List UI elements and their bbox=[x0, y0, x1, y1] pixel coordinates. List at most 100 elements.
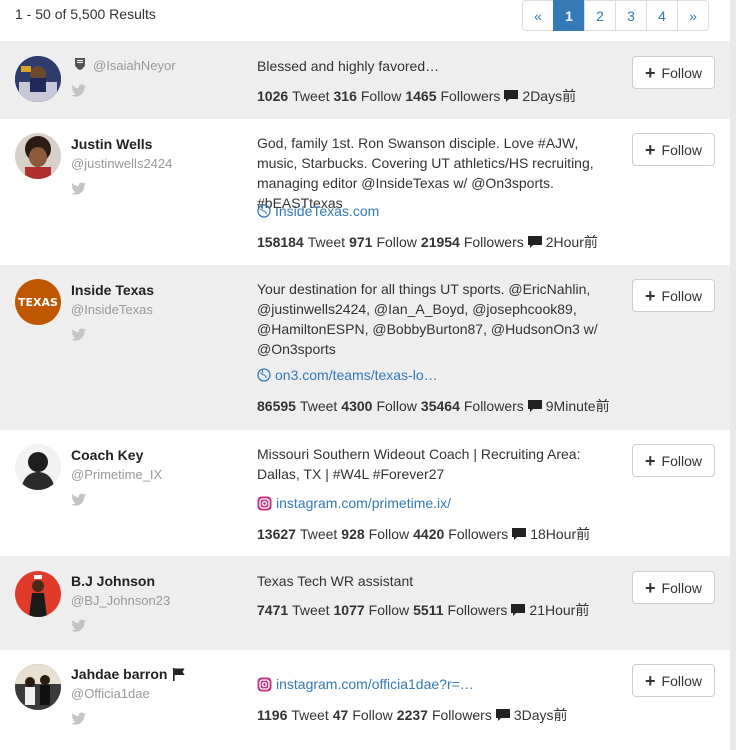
tweet-label: Tweet bbox=[292, 602, 330, 618]
plus-icon: + bbox=[645, 577, 656, 598]
avatar[interactable] bbox=[15, 444, 61, 490]
tweet-label: Tweet bbox=[299, 526, 338, 542]
results-summary: 1 - 50 of 5,500 Results bbox=[15, 6, 156, 22]
follow-button[interactable]: + Follow bbox=[632, 279, 715, 312]
follow-button[interactable]: + Follow bbox=[632, 444, 715, 477]
follow-button-label: Follow bbox=[661, 452, 702, 469]
follow-label: Follow bbox=[368, 526, 410, 542]
pagination-page-3[interactable]: 3 bbox=[615, 0, 647, 31]
followers-count: 2237 bbox=[396, 707, 428, 723]
user-website-text[interactable]: instagram.com/primetime.ix/ bbox=[276, 495, 451, 511]
followers-label: Followers bbox=[463, 398, 524, 414]
follow-button[interactable]: + Follow bbox=[632, 664, 715, 697]
user-website-text[interactable]: instagram.com/officia1dae?r=… bbox=[276, 676, 474, 692]
twitter-bird-icon[interactable] bbox=[71, 328, 87, 342]
tweet-label: Tweet bbox=[292, 88, 330, 104]
pagination-page-1[interactable]: 1 bbox=[553, 0, 585, 31]
user-name[interactable]: Inside Texas bbox=[71, 282, 154, 298]
follow-count: 1077 bbox=[333, 602, 365, 618]
flag-icon bbox=[173, 668, 186, 681]
followers-count: 5511 bbox=[413, 602, 444, 618]
pagination-next[interactable]: » bbox=[677, 0, 709, 31]
follow-button-label: Follow bbox=[661, 141, 702, 158]
pagination-prev[interactable]: « bbox=[522, 0, 554, 31]
twitter-bird-icon[interactable] bbox=[71, 182, 87, 196]
tweet-label: Tweet bbox=[291, 707, 329, 723]
twitter-bird-icon[interactable] bbox=[71, 493, 87, 507]
comment-icon bbox=[527, 236, 542, 248]
user-row: @IsaiahNeyor Blessed and highly favored…… bbox=[0, 41, 730, 119]
page-scrollbar[interactable] bbox=[730, 0, 736, 750]
follow-button[interactable]: + Follow bbox=[632, 571, 715, 604]
user-name[interactable]: B.J Johnson bbox=[71, 573, 155, 589]
plus-icon: + bbox=[645, 285, 656, 306]
avatar[interactable] bbox=[15, 56, 61, 102]
comment-icon bbox=[512, 528, 527, 540]
follow-button-label: Follow bbox=[661, 287, 702, 304]
last-tweet-time: 2Hour前 bbox=[545, 234, 598, 250]
user-website-link[interactable]: on3.com/teams/texas-lo… bbox=[257, 367, 438, 383]
user-name[interactable]: Jahdae barron bbox=[71, 666, 167, 682]
user-stats: 86595 Tweet 4300 Follow 35464 Followers 9Mi… bbox=[257, 396, 610, 416]
user-website-text[interactable]: InsideTexas.com bbox=[275, 203, 379, 219]
user-name[interactable]: Justin Wells bbox=[71, 136, 152, 152]
user-handle[interactable]: @Officia1dae bbox=[71, 686, 150, 701]
avatar[interactable] bbox=[15, 664, 61, 710]
user-handle[interactable]: @InsideTexas bbox=[71, 302, 153, 317]
globe-icon bbox=[257, 204, 271, 218]
follow-count: 4300 bbox=[341, 398, 373, 414]
tweet-count: 1026 bbox=[257, 88, 289, 104]
user-handle[interactable]: @IsaiahNeyor bbox=[93, 58, 176, 73]
follow-count: 316 bbox=[333, 88, 357, 104]
results-header: 1 - 50 of 5,500 Results « 1 2 3 4 » bbox=[0, 0, 730, 41]
plus-icon: + bbox=[645, 62, 656, 83]
tweet-count: 7471 bbox=[257, 602, 289, 618]
user-website-link[interactable]: InsideTexas.com bbox=[257, 203, 379, 219]
pagination-page-2[interactable]: 2 bbox=[584, 0, 616, 31]
user-stats: 13627 Tweet 928 Follow 4420 Followers 18Hou… bbox=[257, 524, 590, 544]
followers-count: 1465 bbox=[405, 88, 437, 104]
user-handle[interactable]: @BJ_Johnson23 bbox=[71, 593, 170, 608]
user-row: Jahdae barron @Officia1dae instagram.com… bbox=[0, 650, 730, 750]
follow-label: Follow bbox=[376, 234, 417, 250]
comment-icon bbox=[527, 400, 542, 412]
user-name-wrap[interactable]: Jahdae barron bbox=[71, 666, 186, 682]
user-bio: Your destination for all things UT sport… bbox=[257, 281, 598, 357]
follow-label: Follow bbox=[352, 707, 393, 723]
avatar[interactable] bbox=[15, 571, 61, 617]
avatar[interactable]: TEXAS bbox=[15, 279, 61, 325]
user-stats: 158184 Tweet 971 Follow 21954 Followers 2Ho… bbox=[257, 232, 598, 252]
last-tweet-time: 3Days前 bbox=[513, 707, 568, 723]
user-row: Coach Key @Primetime_IX Missouri Souther… bbox=[0, 430, 730, 556]
user-website-link[interactable]: instagram.com/primetime.ix/ bbox=[257, 495, 451, 511]
follow-button-label: Follow bbox=[661, 672, 702, 689]
plus-icon: + bbox=[645, 670, 656, 691]
tweet-count: 86595 bbox=[257, 398, 296, 414]
pagination-page-4[interactable]: 4 bbox=[646, 0, 678, 31]
user-website-link[interactable]: instagram.com/officia1dae?r=… bbox=[257, 676, 474, 692]
followers-label: Followers bbox=[447, 602, 508, 618]
twitter-bird-icon[interactable] bbox=[71, 619, 87, 633]
follow-button-label: Follow bbox=[661, 64, 702, 81]
follow-button[interactable]: + Follow bbox=[632, 133, 715, 166]
user-name[interactable]: Coach Key bbox=[71, 447, 143, 463]
user-website-text[interactable]: on3.com/teams/texas-lo… bbox=[275, 367, 438, 383]
followers-count: 21954 bbox=[420, 234, 460, 250]
instagram-icon bbox=[257, 677, 272, 691]
avatar[interactable] bbox=[15, 133, 61, 179]
twitter-bird-icon[interactable] bbox=[71, 84, 87, 98]
user-handle[interactable]: @Primetime_IX bbox=[71, 467, 162, 482]
user-bio: Missouri Southern Wideout Coach | Recrui… bbox=[257, 446, 581, 482]
comment-icon bbox=[495, 709, 510, 721]
tweet-label: Tweet bbox=[299, 398, 338, 414]
followers-label: Followers bbox=[463, 234, 524, 250]
user-handle[interactable]: @justinwells2424 bbox=[71, 156, 172, 171]
followers-count: 4420 bbox=[413, 526, 445, 542]
user-row: Justin Wells @justinwells2424 God, famil… bbox=[0, 119, 730, 265]
follow-button[interactable]: + Follow bbox=[632, 56, 715, 89]
follow-label: Follow bbox=[360, 88, 402, 104]
comment-icon bbox=[511, 604, 526, 616]
followers-label: Followers bbox=[448, 526, 509, 542]
twitter-bird-icon[interactable] bbox=[71, 712, 87, 726]
tweet-label: Tweet bbox=[307, 234, 346, 250]
